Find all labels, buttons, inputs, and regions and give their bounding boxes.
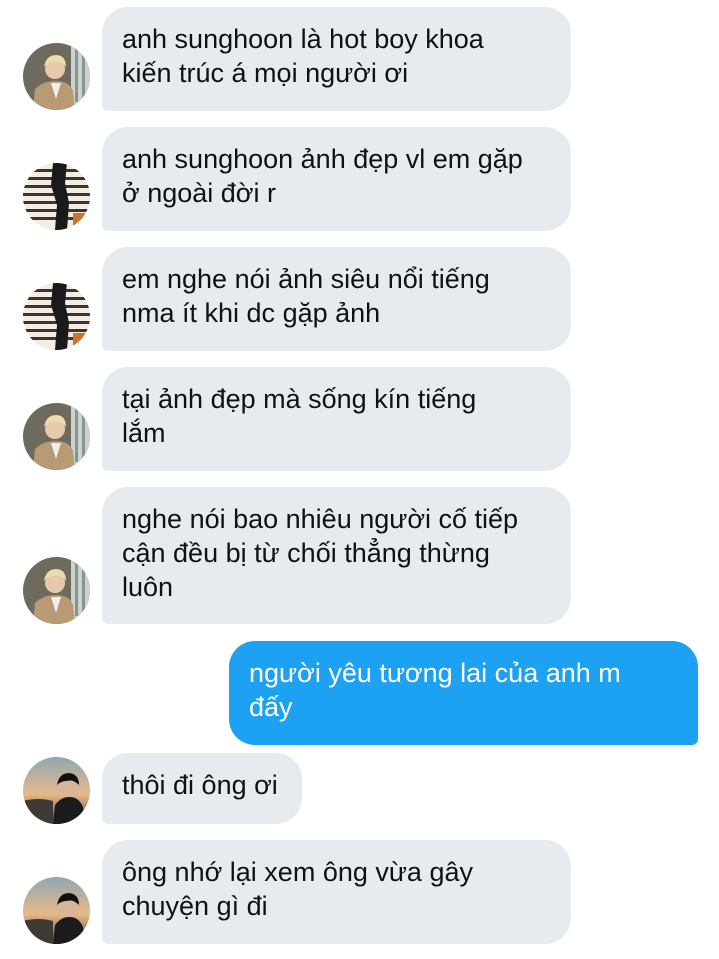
silhouette-window-avatar[interactable]	[23, 163, 90, 230]
sunset-portrait-avatar[interactable]	[23, 757, 90, 824]
incoming-message-bubble[interactable]: nghe nói bao nhiêu người cố tiếp cận đều…	[102, 487, 571, 624]
incoming-message-bubble[interactable]: em nghe nói ảnh siêu nổi tiếng nma ít kh…	[102, 247, 571, 351]
blonde-boy-avatar[interactable]	[23, 43, 90, 110]
incoming-message-bubble[interactable]: thôi đi ông ơi	[102, 753, 302, 824]
blonde-boy-avatar[interactable]	[23, 557, 90, 624]
blonde-boy-avatar[interactable]	[23, 403, 90, 470]
incoming-message-bubble[interactable]: anh sunghoon là hot boy khoa kiến trúc á…	[102, 7, 571, 111]
incoming-message-bubble[interactable]: tại ảnh đẹp mà sống kín tiếng lắm	[102, 367, 571, 471]
outgoing-message-bubble[interactable]: người yêu tương lai của anh m đấy	[229, 641, 698, 745]
incoming-message-bubble[interactable]: ông nhớ lại xem ông vừa gây chuyện gì đi	[102, 840, 571, 944]
silhouette-window-avatar[interactable]	[23, 283, 90, 350]
sunset-portrait-avatar[interactable]	[23, 877, 90, 944]
incoming-message-bubble[interactable]: anh sunghoon ảnh đẹp vl em gặp ở ngoài đ…	[102, 127, 571, 231]
